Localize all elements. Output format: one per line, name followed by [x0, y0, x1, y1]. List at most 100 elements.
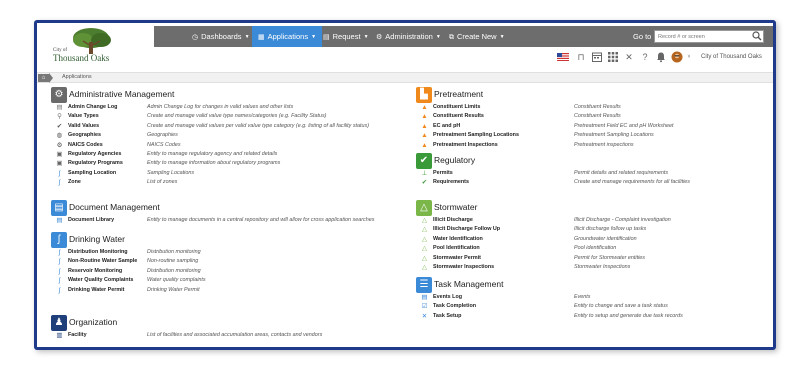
search-icon[interactable]: [752, 31, 762, 41]
app-row-task-completion[interactable]: ☑ Task Completion Entity to change and sav…: [416, 302, 766, 311]
app-description: Entity to change and save a task status: [574, 303, 668, 310]
app-row-illicit-discharge-follow-up[interactable]: △ Illicit Discharge Follow Up Illicit disc…: [416, 225, 766, 234]
app-name: Sampling Location: [68, 169, 117, 176]
app-row-drinking-water-permit[interactable]: ʃ Drinking Water Permit Drinking Water Per…: [51, 286, 411, 295]
section-pretreatment: ▙ Pretreatment ▲ Constituent Limits Consti…: [416, 87, 766, 150]
app-row-sampling-location[interactable]: ʃ Sampling Location Sampling Locations: [51, 169, 411, 178]
app-name: Zone: [68, 179, 81, 186]
app-row-reservoir-monitoring[interactable]: ʃ Reservoir Monitoring Distribution monito…: [51, 267, 411, 276]
goto-search-input[interactable]: [654, 30, 764, 43]
nav-applications[interactable]: ▦ Applications ▼: [252, 26, 323, 47]
app-row-value-types[interactable]: ⚲ Value Types Create and manage valid valu…: [51, 112, 411, 121]
tools-icon[interactable]: ✕: [623, 51, 635, 63]
app-row-ec-and-ph[interactable]: ▲ EC and pH Pretreatment Field EC and pH W…: [416, 122, 766, 131]
nav-dashboards[interactable]: ◷ Dashboards ▼: [186, 26, 256, 47]
help-icon[interactable]: ?: [639, 51, 651, 63]
app-row-facility[interactable]: ▥ Facility List of facilities and associat…: [51, 331, 411, 340]
app-description: List of zones: [147, 179, 178, 186]
app-row-non-routine-water-sample[interactable]: ʃ Non-Routine Water Sample Non-routine sam…: [51, 257, 411, 266]
app-description: Sampling Locations: [147, 169, 195, 176]
pipe-icon: ʃ: [58, 258, 61, 266]
app-row-pretreatment-inspections[interactable]: ▲ Pretreatment Inspections Pretreatment in…: [416, 141, 766, 150]
app-row-illicit-discharge[interactable]: △ Illicit Discharge Illicit Discharge - Co…: [416, 216, 766, 225]
app-row-events-log[interactable]: ▤ Events Log Events: [416, 293, 766, 302]
nav-administration[interactable]: ⚙ Administration ▼: [370, 26, 447, 47]
app-name: Non-Routine Water Sample: [68, 258, 138, 265]
app-description: Entity to manage documents in a central …: [147, 217, 375, 223]
bookmark-icon[interactable]: ⊓: [575, 51, 587, 63]
app-row-task-setup[interactable]: ✕ Task Setup Entity to setup and generate …: [416, 312, 766, 321]
app-row-water-identification[interactable]: △ Water Identification Groundwater identif…: [416, 235, 766, 244]
factory-icon: ▙: [416, 87, 432, 103]
bell-icon[interactable]: [655, 51, 667, 63]
app-row-constituent-results[interactable]: ▲ Constituent Results Constituent Results: [416, 112, 766, 121]
city-logo[interactable]: City of Thousand Oaks: [47, 26, 119, 66]
app-name: EC and pH: [433, 122, 461, 129]
nav-create-new[interactable]: ⧉ Create New ▼: [443, 26, 511, 47]
app-row-zone[interactable]: ʃ Zone List of zones: [51, 178, 411, 187]
app-description: NAICS Codes: [147, 141, 181, 148]
app-name: Events Log: [433, 294, 463, 300]
app-row-constituent-limits[interactable]: ▲ Constituent Limits Constituent Results: [416, 103, 766, 112]
app-row-regulatory-agencies[interactable]: ▣ Regulatory Agencies Entity to manage reg…: [51, 150, 411, 159]
app-name: Pretreatment Inspections: [433, 141, 498, 148]
app-name: Constituent Results: [433, 113, 484, 120]
app-row-document-library[interactable]: ▤ Document Library Entity to manage docume…: [51, 216, 411, 225]
calendar-icon[interactable]: [591, 51, 603, 63]
section-title: Pretreatment: [434, 89, 484, 99]
nav-request[interactable]: ▤ Request ▼: [317, 26, 375, 47]
app-row-pretreatment-sampling-locations[interactable]: ▲ Pretreatment Sampling Locations Pretreat…: [416, 131, 766, 140]
app-row-water-quality-complaints[interactable]: ʃ Water Quality Complaints Water quality c…: [51, 276, 411, 285]
flask-icon: ▲: [421, 141, 428, 149]
new-icon: ⧉: [449, 34, 454, 41]
section-header[interactable]: ▙ Pretreatment: [416, 87, 766, 103]
app-row-regulatory-programs[interactable]: ▣ Regulatory Programs Entity to manage inf…: [51, 159, 411, 168]
app-name: Illicit Discharge Follow Up: [433, 226, 501, 233]
app-description: Permit details and related requirements: [574, 170, 669, 176]
app-row-pool-identification[interactable]: △ Pool Identification Pool identification: [416, 244, 766, 253]
us-flag-icon[interactable]: [557, 51, 569, 63]
app-row-admin-change-log[interactable]: ▤ Admin Change Log Admin Change Log for ch…: [51, 103, 411, 112]
app-row-distribution-monitoring[interactable]: ʃ Distribution Monitoring Distribution mon…: [51, 248, 411, 257]
app-description: Illicit Discharge - Complaint investigat…: [574, 217, 671, 223]
caret-down-icon[interactable]: ˅: [683, 51, 695, 63]
app-row-naics-codes[interactable]: ⚙ NAICS Codes NAICS Codes: [51, 141, 411, 150]
app-row-valid-values[interactable]: ✔ Valid Values Create and manage valid val…: [51, 122, 411, 131]
warning-icon: △: [422, 263, 427, 271]
section-header[interactable]: ⚙ Administrative Management: [51, 87, 411, 103]
section-header[interactable]: △ Stormwater: [416, 200, 766, 216]
section-header[interactable]: ʃ Drinking Water: [51, 232, 411, 248]
event-icon: ▤: [421, 294, 428, 301]
app-description: Permit for Stormwater entities: [574, 254, 645, 261]
section-header[interactable]: ✔ Regulatory: [416, 153, 766, 169]
check-icon: ✔: [421, 179, 428, 187]
app-name: Pool Identification: [433, 245, 480, 252]
app-name: Requirements: [433, 179, 469, 186]
gear-icon: ⚙: [56, 141, 63, 149]
logo-text: Thousand Oaks: [53, 53, 110, 63]
warning-icon: △: [422, 245, 427, 253]
pipe-icon: ʃ: [58, 169, 61, 177]
app-row-stormwater-inspections[interactable]: △ Stormwater Inspections Stormwater Inspec…: [416, 263, 766, 272]
section-header[interactable]: ▤ Document Management: [51, 200, 411, 216]
app-row-stormwater-permit[interactable]: △ Stormwater Permit Permit for Stormwater …: [416, 254, 766, 263]
app-row-permits[interactable]: ⊥ Permits Permit details and related requi…: [416, 169, 766, 178]
grid-icon: ▦: [258, 34, 265, 41]
home-icon[interactable]: ⌂: [38, 74, 49, 82]
app-name: Task Completion: [433, 303, 477, 310]
app-name: NAICS Codes: [68, 141, 103, 148]
flask-icon: ▲: [421, 132, 428, 140]
app-description: Distribution monitoring: [147, 249, 201, 255]
app-row-geographies[interactable]: ◍ Geographies Geographies: [51, 131, 411, 140]
app-description: Illicit discharge follow up tasks: [574, 226, 647, 233]
section-header[interactable]: ☰ Task Management: [416, 277, 766, 293]
section-regulatory: ✔ Regulatory ⊥ Permits Permit details and …: [416, 153, 766, 188]
section-header[interactable]: ♟ Organization: [51, 315, 411, 331]
user-avatar[interactable]: [671, 51, 683, 63]
app-row-requirements[interactable]: ✔ Requirements Create and manage requireme…: [416, 178, 766, 187]
apps-grid-icon[interactable]: [607, 51, 619, 63]
caret-down-icon: ▼: [499, 33, 505, 40]
globe-icon: ◍: [56, 132, 63, 140]
app-name: Regulatory Programs: [68, 160, 123, 167]
main-navbar: ◷ Dashboards ▼ ▦ Applications ▼ ▤ Request ▼ ⚙ A…: [154, 26, 773, 47]
